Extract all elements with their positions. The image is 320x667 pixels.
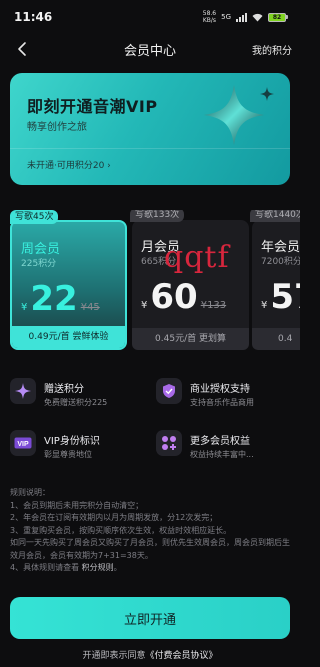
my-points-link[interactable]: 我的积分 <box>252 42 292 57</box>
points-rules-link[interactable]: 积分规则 <box>82 563 114 572</box>
benefit-item: 商业授权支持 支持音乐作品商用 <box>156 378 296 418</box>
plan-footer: 0.45元/首 更划算 <box>132 328 249 350</box>
svg-text:VIP: VIP <box>17 441 29 448</box>
back-arrow-icon[interactable] <box>14 40 32 58</box>
vip-badge-icon: VIP <box>10 430 36 456</box>
rules-line-text: 4、具体规则请查看 <box>10 563 80 572</box>
net-speed-value: 58.6 <box>202 10 217 17</box>
plan-currency: ¥ <box>141 300 148 311</box>
battery-icon: 82 <box>268 12 288 22</box>
rules-heading: 规则说明： <box>10 488 50 497</box>
plan-price: 60 <box>150 277 198 317</box>
rules-line-suffix: 。 <box>113 563 122 572</box>
status-bar: 11:46 58.6 KB/s 5G 82 <box>0 0 300 34</box>
plan-card-weekly[interactable]: 写歌45次 周会员 225积分 ¥ 22 ¥45 0.49元/首 尝鲜体验 <box>10 210 127 350</box>
plan-name: 年会员 <box>261 240 300 255</box>
plan-footer: 0.4 <box>252 328 300 350</box>
plan-points: 225积分 <box>21 259 57 269</box>
shield-check-icon <box>156 378 182 404</box>
banner-divider <box>10 148 290 149</box>
plan-name: 周会员 <box>21 242 61 257</box>
plan-currency: ¥ <box>21 302 28 313</box>
plan-card-yearly[interactable]: 写歌1440次 年会员 7200积分 ¥ 57 0.4 <box>250 210 300 350</box>
banner-subtitle: 畅享创作之旅 <box>27 122 87 133</box>
rules-line: 3、重复购买会员，按购买顺序依次生效，权益时效相应延长。 <box>10 525 232 535</box>
vip-banner[interactable]: 即刻开通音潮VIP 畅享创作之旅 未开通·可用积分20 › <box>10 73 290 185</box>
benefit-desc: 彰显尊贵地位 <box>44 450 92 459</box>
net-speed-unit: KB/s <box>202 17 217 24</box>
benefit-item: 赠送积分 免费赠送积分225 <box>10 378 150 418</box>
benefit-grid: 赠送积分 免费赠送积分225 商业授权支持 支持音乐作品商用 VIP VIP身份… <box>10 370 290 470</box>
agreement-link[interactable]: 《付费会员协议》 <box>146 651 218 661</box>
benefit-item: VIP VIP身份标识 彰显尊贵地位 <box>10 430 150 470</box>
plan-tag: 写歌133次 <box>130 210 185 222</box>
signal-icon <box>236 12 247 22</box>
benefit-title: 赠送积分 <box>44 384 84 395</box>
plan-price-row: ¥ 22 ¥45 <box>21 282 100 316</box>
sparkle-icon <box>10 378 36 404</box>
benefit-desc: 权益持续丰富中... <box>190 450 254 459</box>
banner-title: 即刻开通音潮VIP <box>27 97 158 116</box>
plan-original-price: ¥133 <box>200 300 227 311</box>
rules-line: 2、年会员在订阅有效期内以月为周期发放，分12次发完； <box>10 513 218 522</box>
plan-original-price: ¥45 <box>80 302 100 313</box>
grid-plus-icon <box>156 430 182 456</box>
network-type: 5G <box>221 13 231 21</box>
benefit-title: 商业授权支持 <box>190 384 250 395</box>
status-time: 11:46 <box>14 10 53 24</box>
plan-currency: ¥ <box>261 300 268 311</box>
small-sparkle-icon <box>260 87 274 101</box>
banner-status: 未开通·可用积分20 › <box>27 161 111 171</box>
benefit-desc: 免费赠送积分225 <box>44 398 108 407</box>
plan-tag: 写歌1440次 <box>250 210 300 222</box>
plan-price: 22 <box>30 279 78 319</box>
plan-price: 57 <box>270 277 300 317</box>
benefit-item: 更多会员权益 权益持续丰富中... <box>156 430 296 470</box>
rules-line: 1、会员到期后未用完积分自动清空； <box>10 500 144 510</box>
benefit-title: 更多会员权益 <box>190 436 250 447</box>
plan-list: 写歌45次 周会员 225积分 ¥ 22 ¥45 0.49元/首 尝鲜体验 写歌… <box>0 210 300 360</box>
agreement-text: 开通即表示同意《付费会员协议》 <box>0 648 300 661</box>
rules-line-last: 4、具体规则请查看 积分规则。 <box>10 562 292 575</box>
plan-tag: 写歌45次 <box>10 210 59 224</box>
battery-level: 82 <box>268 12 286 22</box>
net-speed: 58.6 KB/s <box>203 10 216 24</box>
navigation-bar: 会员中心 我的积分 <box>0 34 300 64</box>
page-title: 会员中心 <box>123 43 176 59</box>
watermark-text: qqtf <box>164 240 230 275</box>
plan-price-row: ¥ 57 <box>261 280 300 314</box>
status-indicators: 58.6 KB/s 5G 82 <box>203 10 288 24</box>
agreement-prefix: 开通即表示同意 <box>82 651 146 661</box>
benefit-desc: 支持音乐作品商用 <box>190 398 254 407</box>
rules-section: 规则说明： 1、会员到期后未用完积分自动清空； 2、年会员在订阅有效期内以月为周… <box>10 487 292 575</box>
plan-points: 7200积分 <box>261 257 300 267</box>
benefit-title: VIP身份标识 <box>44 436 100 447</box>
subscribe-button[interactable]: 立即开通 <box>10 597 290 639</box>
sparkle-star-icon <box>204 85 264 145</box>
plan-footer: 0.49元/首 尝鲜体验 <box>12 326 125 348</box>
wifi-icon <box>252 13 263 21</box>
rules-line: 如同一天先购买了周会员又购买了月会员，则优先生效周会员，周会员到期后生效月会员，… <box>10 538 290 560</box>
plan-price-row: ¥ 60 ¥133 <box>141 280 226 314</box>
